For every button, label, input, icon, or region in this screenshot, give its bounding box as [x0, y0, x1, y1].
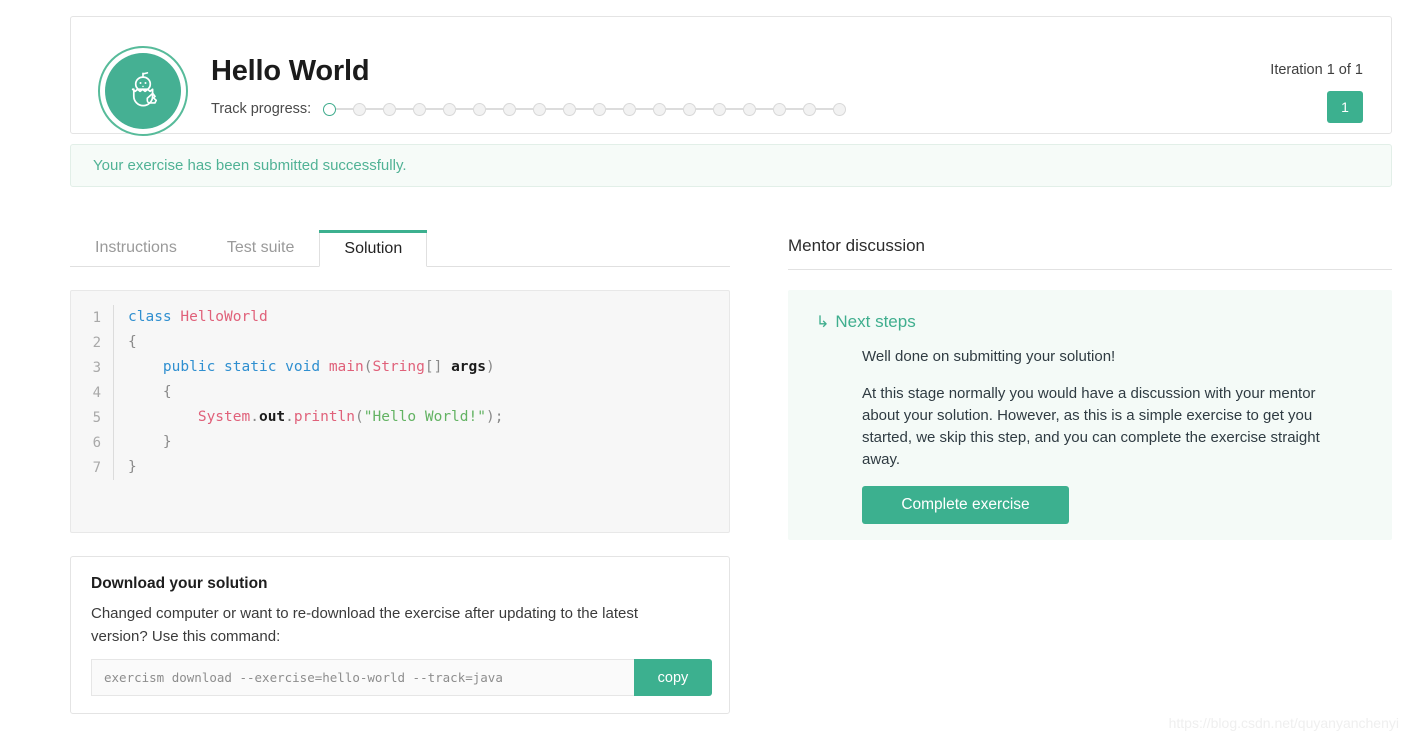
track-progress-label: Track progress: [211, 101, 312, 117]
iteration-badge[interactable]: 1 [1327, 91, 1363, 123]
track-progress-dot-12[interactable] [653, 102, 667, 116]
track-progress-dot-8[interactable] [533, 102, 547, 116]
download-command-row: exercism download --exercise=hello-world… [91, 659, 712, 696]
code-line: 4 { [71, 380, 729, 405]
track-progress-connector [396, 108, 414, 110]
track-progress-dot-2[interactable] [353, 102, 367, 116]
flash-success-banner: Your exercise has been submitted success… [70, 144, 1392, 187]
code-line-text[interactable]: { [113, 380, 729, 405]
code-line-number: 2 [92, 334, 101, 351]
exercise-header-card: Hello World Track progress: Iteration 1 … [70, 16, 1392, 136]
track-progress-dot-15[interactable] [743, 102, 757, 116]
code-line: 2{ [71, 330, 729, 355]
track-progress-dots[interactable] [323, 102, 847, 116]
code-line-number: 6 [92, 434, 101, 451]
iteration-label: Iteration 1 of 1 [1270, 62, 1363, 78]
track-progress-connector [516, 108, 534, 110]
track-progress-connector [456, 108, 474, 110]
hatching-chick-icon [105, 53, 181, 129]
complete-exercise-button[interactable]: Complete exercise [862, 486, 1069, 524]
track-progress-connector [756, 108, 774, 110]
track-progress-connector [336, 108, 354, 110]
tab-label: Solution [344, 239, 403, 257]
code-line-text[interactable]: public static void main(String[] args) [113, 355, 729, 380]
copy-command-button[interactable]: copy [634, 659, 712, 696]
track-progress-connector [786, 108, 804, 110]
track-progress-dot-9[interactable] [563, 102, 577, 116]
solution-code-panel: 1 class HelloWorld 2{3 public static void … [70, 290, 730, 533]
exercise-tabs: Instructions Test suite Solution [70, 230, 730, 267]
code-line: 1 class HelloWorld [71, 305, 729, 330]
code-line-number: 3 [92, 359, 101, 376]
track-progress-connector [816, 108, 834, 110]
code-line: 5 System.out.println("Hello World!"); [71, 405, 729, 430]
track-progress-dot-14[interactable] [713, 102, 727, 116]
tab-test-suite[interactable]: Test suite [202, 230, 320, 266]
track-progress-dot-11[interactable] [623, 102, 637, 116]
track-progress-connector [726, 108, 744, 110]
track-progress-dot-5[interactable] [443, 102, 457, 116]
track-progress-connector [486, 108, 504, 110]
track-progress-dot-10[interactable] [593, 102, 607, 116]
mentor-body: Well done on submitting your solution! A… [862, 346, 1366, 524]
track-progress-connector [666, 108, 684, 110]
track-progress-connector [636, 108, 654, 110]
code-line-number: 5 [92, 409, 101, 426]
mentor-paragraph-1: Well done on submitting your solution! [862, 348, 1116, 365]
tab-label: Instructions [95, 239, 177, 256]
track-progress-dot-16[interactable] [773, 102, 787, 116]
code-line-text[interactable]: } [113, 430, 729, 455]
download-description: Changed computer or want to re-download … [91, 605, 638, 645]
download-solution-card: Download your solution Changed computer … [70, 556, 730, 714]
next-steps-title: Next steps [835, 312, 916, 331]
corner-arrow-icon: ↳ [816, 314, 830, 331]
track-progress-dot-7[interactable] [503, 102, 517, 116]
track-logo [98, 46, 188, 136]
track-progress-dot-3[interactable] [383, 102, 397, 116]
code-line: 3 public static void main(String[] args) [71, 355, 729, 380]
track-progress-dot-1[interactable] [323, 102, 337, 116]
tab-label: Test suite [226, 239, 295, 256]
track-progress: Track progress: [211, 101, 847, 117]
tab-solution[interactable]: Solution [319, 230, 428, 267]
code-line-text[interactable]: System.out.println("Hello World!"); [113, 405, 729, 430]
track-progress-connector [426, 108, 444, 110]
mentor-paragraph-2: At this stage normally you would have a … [862, 385, 1320, 468]
track-progress-connector [546, 108, 564, 110]
track-progress-connector [696, 108, 714, 110]
code-line-text[interactable]: class HelloWorld [113, 305, 729, 330]
next-steps-heading: ↳ Next steps [816, 312, 1366, 332]
code-line: 7} [71, 455, 729, 480]
code-line: 6 } [71, 430, 729, 455]
code-line-number: 7 [92, 459, 101, 476]
code-line-text[interactable]: } [113, 455, 729, 480]
mentor-discussion-panel: ↳ Next steps Well done on submitting you… [788, 290, 1392, 540]
exercism-exercise-page: Hello World Track progress: Iteration 1 … [0, 0, 1409, 739]
track-progress-connector [576, 108, 594, 110]
watermark: https://blog.csdn.net/quyanyanchenyi [1168, 715, 1399, 731]
track-progress-connector [606, 108, 624, 110]
code-line-number: 4 [92, 384, 101, 401]
code-line-number: 1 [92, 309, 101, 326]
track-progress-dot-4[interactable] [413, 102, 427, 116]
track-progress-connector [366, 108, 384, 110]
track-progress-dot-18[interactable] [833, 102, 847, 116]
page-title: Hello World [211, 55, 370, 87]
code-line-text[interactable]: { [113, 330, 729, 355]
download-title: Download your solution [91, 575, 268, 592]
download-command-input[interactable]: exercism download --exercise=hello-world… [91, 659, 634, 696]
flash-message-text: Your exercise has been submitted success… [93, 157, 407, 174]
track-progress-dot-17[interactable] [803, 102, 817, 116]
track-progress-dot-6[interactable] [473, 102, 487, 116]
track-progress-dot-13[interactable] [683, 102, 697, 116]
tab-instructions[interactable]: Instructions [70, 230, 202, 266]
mentor-discussion-heading: Mentor discussion [788, 236, 1392, 270]
